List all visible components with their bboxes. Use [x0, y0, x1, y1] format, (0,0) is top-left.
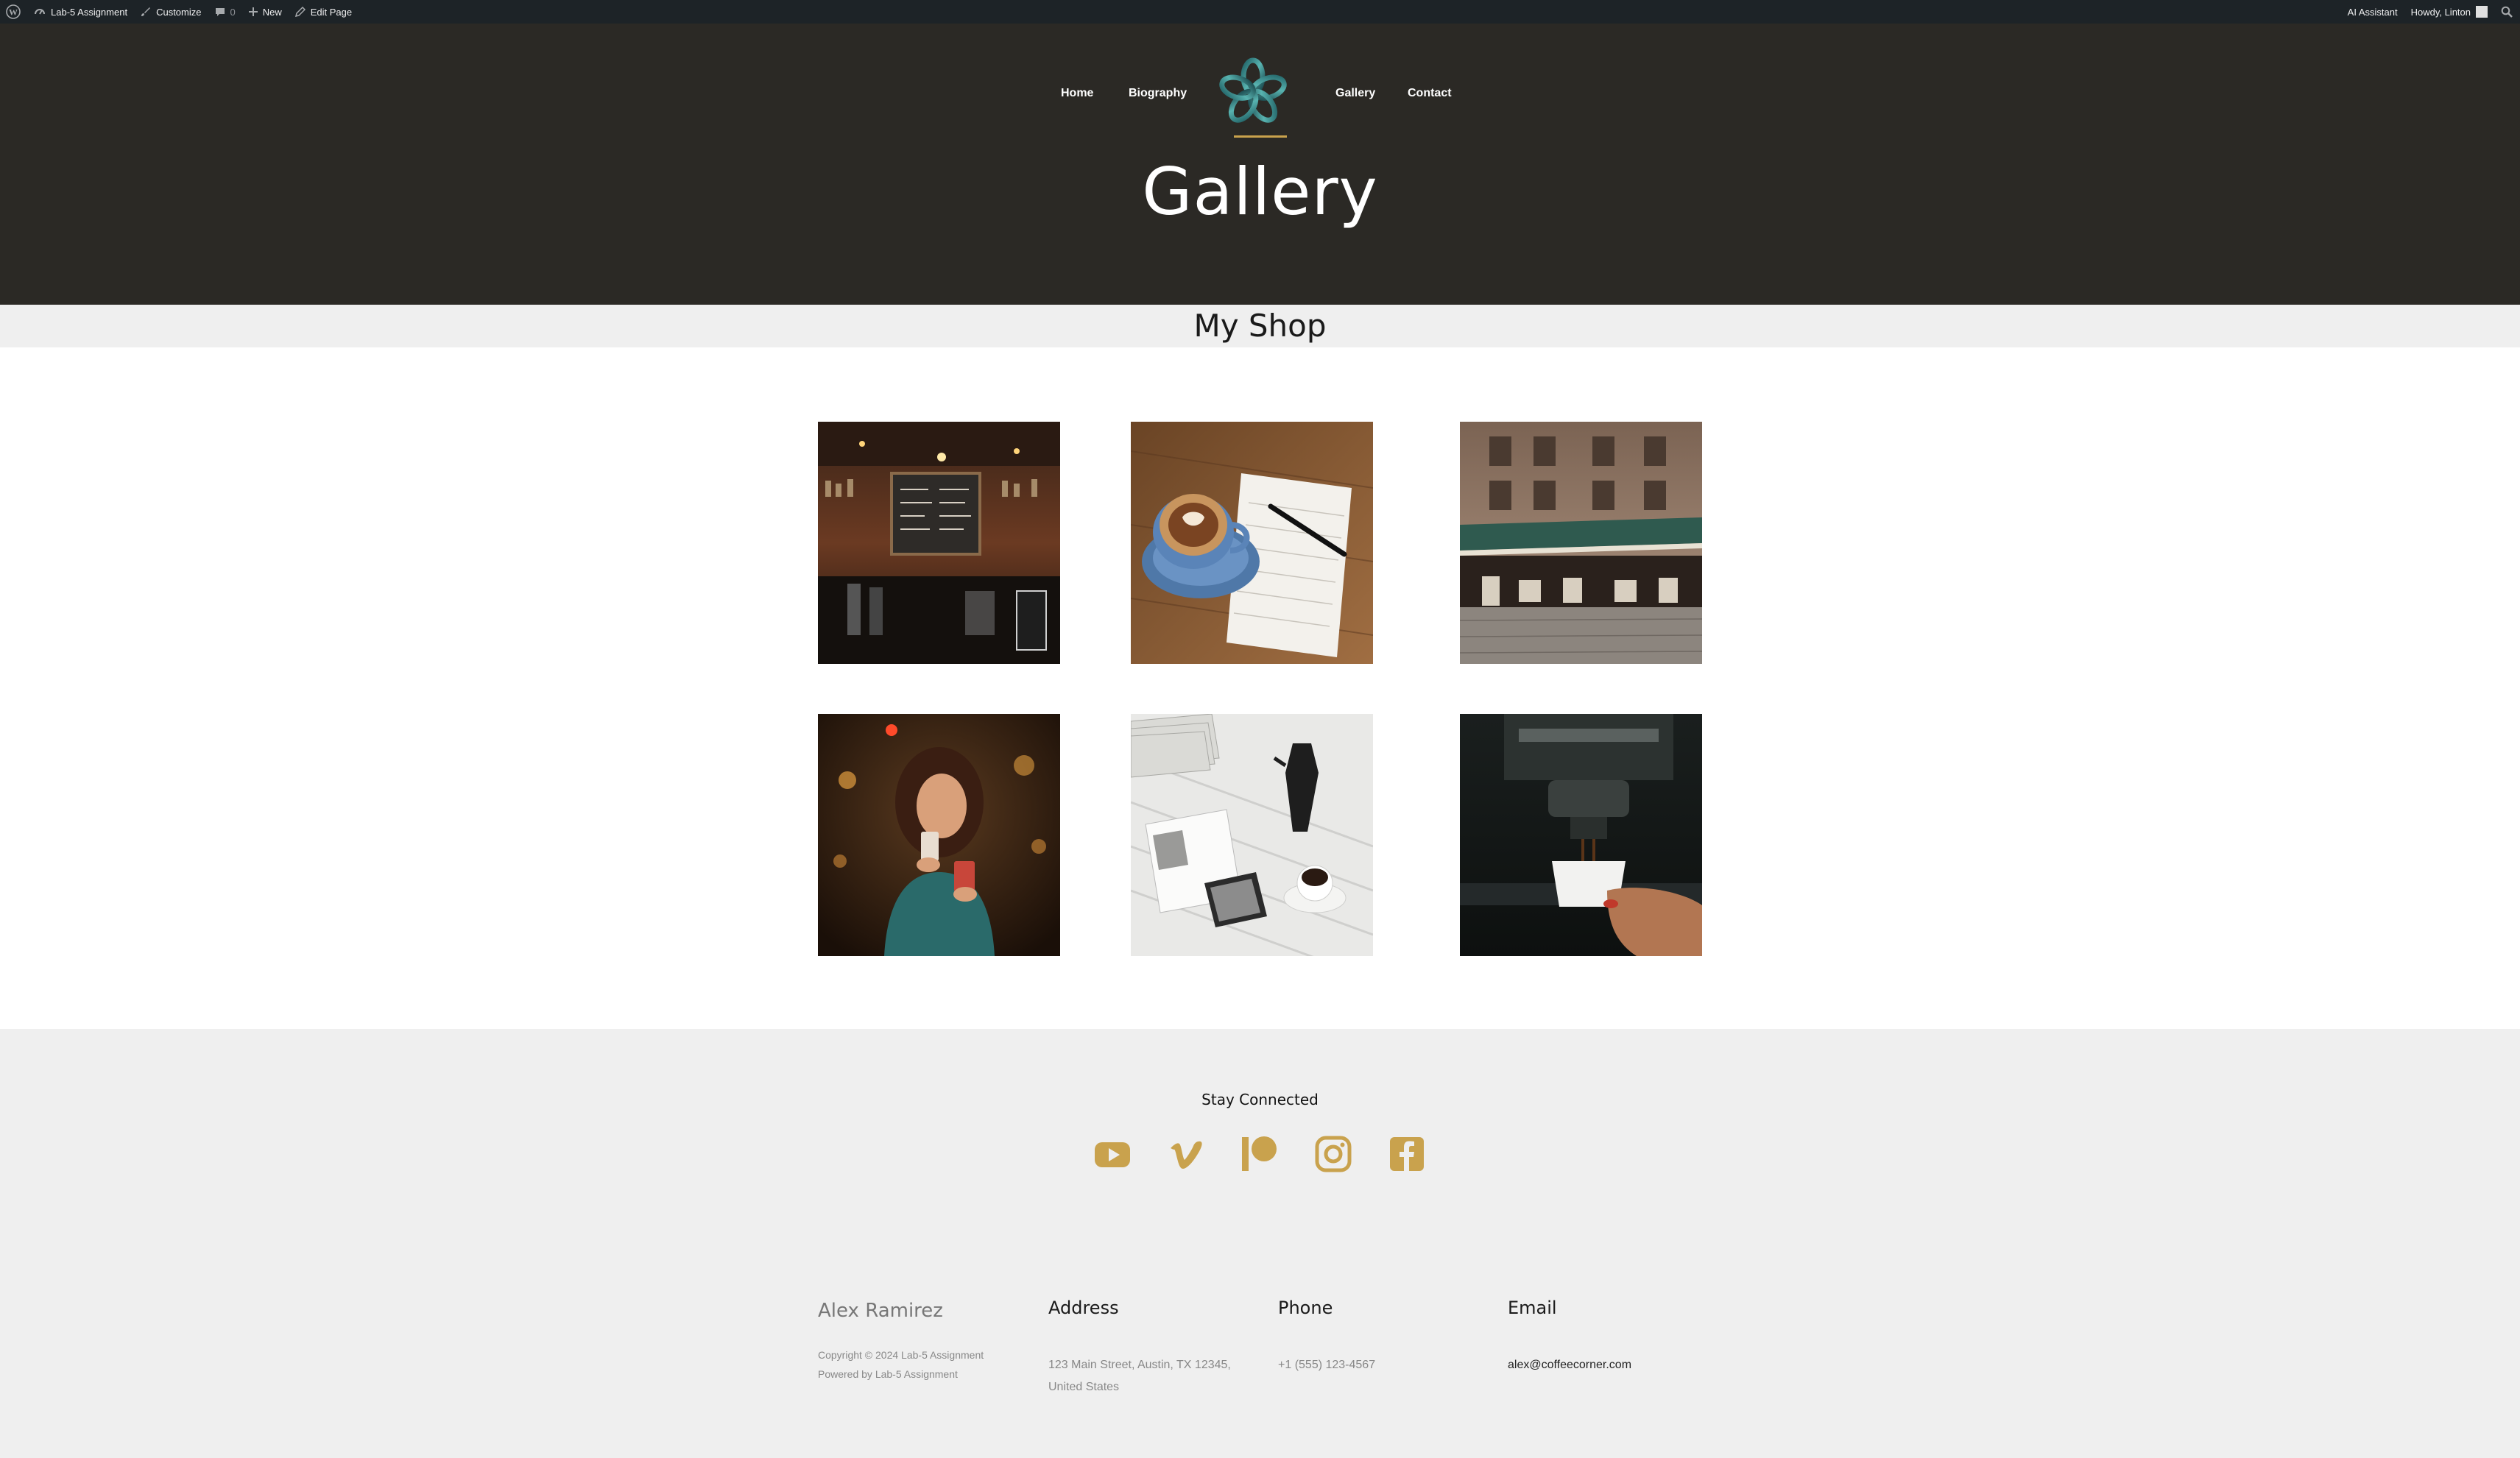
page-title: Gallery — [1142, 154, 1378, 230]
site-logo[interactable] — [1216, 56, 1290, 130]
facebook-icon — [1390, 1137, 1424, 1171]
instagram-icon — [1315, 1136, 1352, 1172]
nav-gallery[interactable]: Gallery — [1335, 87, 1375, 100]
customize-label: Customize — [156, 6, 202, 18]
white-table-moka-image — [1131, 714, 1373, 956]
wordpress-icon: W — [6, 4, 21, 19]
gallery-image-5[interactable] — [1131, 714, 1373, 956]
account-menu[interactable]: Howdy, Linton — [2411, 6, 2488, 18]
footer-powered: Powered by Lab-5 Assignment — [818, 1368, 958, 1380]
pencil-icon — [294, 7, 306, 17]
youtube-link[interactable] — [1093, 1135, 1132, 1173]
ai-assistant-link[interactable]: AI Assistant — [2348, 7, 2398, 18]
site-name-link[interactable]: Lab-5 Assignment — [34, 6, 127, 18]
email-heading: Email — [1508, 1298, 1557, 1318]
flower-logo-icon — [1219, 57, 1287, 123]
wordpress-menu[interactable]: W — [6, 4, 21, 19]
gallery-image-1[interactable] — [818, 422, 1060, 664]
admin-bar-right: AI Assistant Howdy, Linton — [2348, 0, 2513, 24]
email-link[interactable]: alex@coffeecorner.com — [1508, 1354, 1714, 1376]
plus-icon — [248, 7, 258, 16]
phone-heading: Phone — [1278, 1298, 1333, 1318]
ai-assistant-label: AI Assistant — [2347, 6, 2398, 18]
address-heading: Address — [1048, 1298, 1119, 1318]
stay-connected-heading: Stay Connected — [1201, 1091, 1319, 1108]
nav-biography[interactable]: Biography — [1129, 87, 1187, 100]
vimeo-icon — [1171, 1141, 1202, 1169]
woman-coffee-image — [818, 714, 1060, 956]
gallery-image-6[interactable] — [1460, 714, 1702, 956]
title-divider — [1234, 135, 1287, 138]
facebook-link[interactable] — [1388, 1135, 1426, 1173]
customize-link[interactable]: Customize — [141, 6, 202, 18]
admin-bar-left: W Lab-5 Assignment Customize 0 New Edit … — [6, 0, 352, 24]
admin-bar: W Lab-5 Assignment Customize 0 New Edit … — [0, 0, 2520, 24]
phone-value: +1 (555) 123-4567 — [1278, 1359, 1376, 1371]
dashboard-icon — [35, 9, 45, 15]
avatar — [2476, 6, 2488, 18]
vimeo-link[interactable] — [1167, 1135, 1205, 1173]
address-value: 123 Main Street, Austin, TX 12345, Unite… — [1048, 1359, 1231, 1393]
youtube-icon — [1095, 1142, 1130, 1167]
comments-count: 0 — [230, 6, 236, 18]
nav-contact[interactable]: Contact — [1408, 87, 1452, 100]
gallery-image-4[interactable] — [818, 714, 1060, 956]
comments-link[interactable]: 0 — [215, 7, 236, 18]
site-name-label: Lab-5 Assignment — [51, 6, 128, 18]
nav-home[interactable]: Home — [1061, 87, 1093, 100]
patreon-link[interactable] — [1240, 1135, 1279, 1173]
svg-text:W: W — [9, 7, 18, 18]
site-header: Home Biography Gallery Contact Gallery — [0, 24, 2520, 305]
brush-icon — [141, 7, 151, 16]
espresso-pour-image — [1460, 714, 1702, 956]
edit-page-label: Edit Page — [310, 6, 353, 18]
howdy-label: Howdy, Linton — [2410, 6, 2471, 18]
footer-copyright: Copyright © 2024 Lab-5 Assignment — [818, 1349, 984, 1361]
search-icon — [2501, 6, 2513, 18]
shop-title: My Shop — [1193, 308, 1327, 344]
latte-notebook-image — [1131, 422, 1373, 664]
new-content-link[interactable]: New — [248, 6, 282, 18]
coffee-bar-image — [818, 422, 1060, 664]
site-footer: Stay Connected Alex Ramirez Copyright © … — [0, 1029, 2520, 1458]
new-label: New — [262, 6, 282, 18]
gallery-image-2[interactable] — [1131, 422, 1373, 664]
footer-name: Alex Ramirez — [818, 1300, 943, 1322]
edit-page-link[interactable]: Edit Page — [294, 6, 353, 18]
gallery-image-3[interactable] — [1460, 422, 1702, 664]
comment-icon — [215, 8, 225, 16]
street-cafe-image — [1460, 422, 1702, 664]
patreon-icon — [1242, 1136, 1277, 1171]
instagram-link[interactable] — [1314, 1135, 1352, 1173]
admin-search-button[interactable] — [2501, 6, 2513, 18]
shop-band: My Shop — [0, 305, 2520, 347]
